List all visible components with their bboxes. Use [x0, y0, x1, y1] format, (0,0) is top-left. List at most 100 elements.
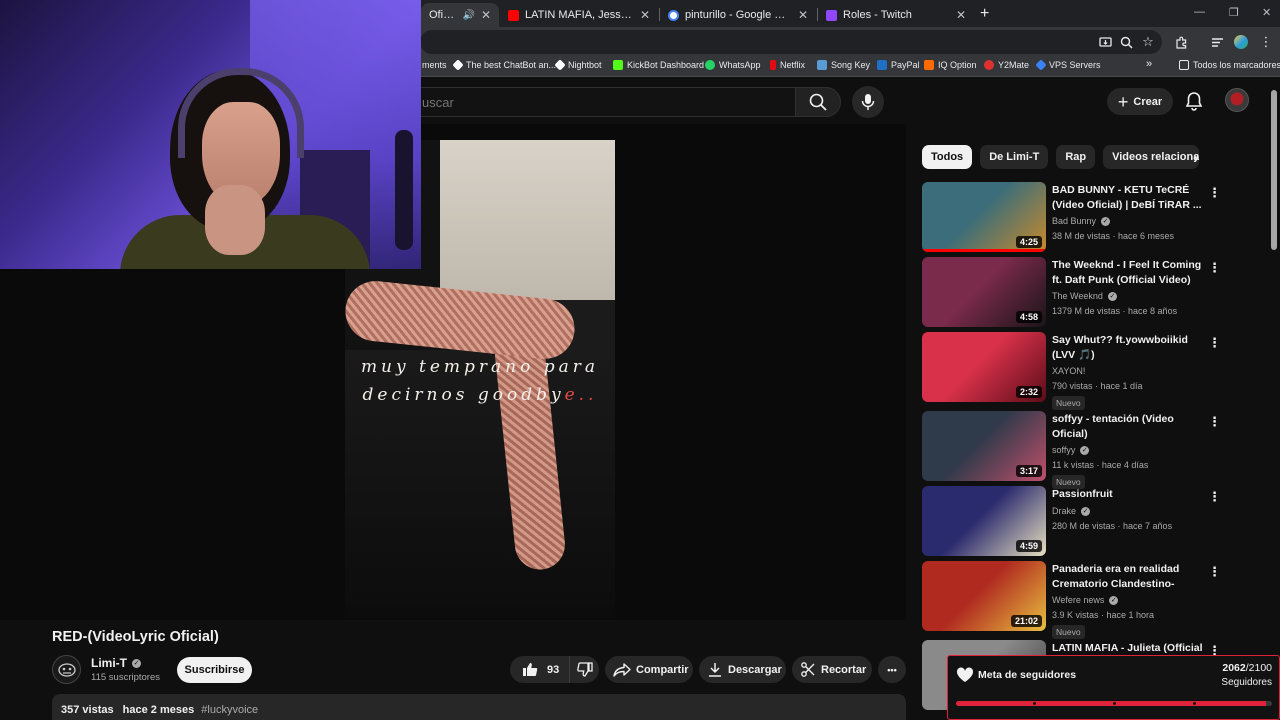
- more-options-icon[interactable]: ⋮: [1208, 564, 1221, 580]
- close-tab-icon[interactable]: ✕: [956, 8, 966, 22]
- install-app-icon[interactable]: [1097, 34, 1113, 50]
- more-options-icon[interactable]: ⋮: [1208, 335, 1221, 351]
- minimize-icon[interactable]: —: [1194, 6, 1205, 18]
- search-button[interactable]: [795, 87, 841, 117]
- recommendation-title[interactable]: BAD BUNNY - KETU TeCRÉ (Video Oficial) |…: [1052, 183, 1204, 213]
- tab-twitch[interactable]: Roles - Twitch ✕: [818, 3, 974, 27]
- filter-chips: Todos De Limi-T Rap Videos relacionados: [922, 145, 1200, 169]
- chip-rap[interactable]: Rap: [1056, 145, 1096, 169]
- video-thumbnail[interactable]: 4:58: [922, 257, 1046, 327]
- recommendation-item[interactable]: 2:32 Say Whut?? ft.yowwboiikid (LVV 🎵) XAY…: [922, 332, 1222, 410]
- voice-search-button[interactable]: [852, 86, 884, 118]
- bookmark-item[interactable]: KickBot Dashboard: [613, 60, 704, 70]
- dislike-button[interactable]: [570, 656, 599, 683]
- recommendation-item[interactable]: 21:02 Panaderia era en realidad Crematori…: [922, 561, 1222, 639]
- video-thumbnail[interactable]: 2:32: [922, 332, 1046, 402]
- notifications-bell-icon[interactable]: [1183, 90, 1205, 112]
- recommendation-channel[interactable]: Bad Bunny ✓: [1052, 216, 1111, 226]
- browser-menu-icon[interactable]: ⋮: [1258, 34, 1274, 50]
- bookmark-item[interactable]: The best ChatBot an...: [452, 59, 556, 71]
- all-bookmarks-folder[interactable]: Todos los marcadores: [1179, 60, 1280, 70]
- recommendation-title[interactable]: The Weeknd - I Feel It Coming ft. Daft P…: [1052, 258, 1204, 288]
- video-thumbnail[interactable]: 3:17: [922, 411, 1046, 481]
- profile-avatar-icon[interactable]: [1233, 34, 1249, 50]
- create-button[interactable]: + Crear: [1107, 88, 1173, 115]
- page-scrollbar[interactable]: [1271, 90, 1277, 250]
- more-options-icon[interactable]: ⋮: [1208, 260, 1221, 276]
- bookmark-item[interactable]: Song Key: [817, 60, 870, 70]
- description-box[interactable]: 357 vistas hace 2 meses #luckyvoice: [52, 694, 906, 720]
- bookmark-item[interactable]: ments: [422, 60, 447, 70]
- close-tab-icon[interactable]: ✕: [481, 8, 491, 22]
- hashtag-link[interactable]: #luckyvoice: [201, 704, 258, 716]
- recommendation-item[interactable]: 4:25 BAD BUNNY - KETU TeCRÉ (Video Oficia…: [922, 182, 1222, 252]
- bookmark-star-icon[interactable]: ☆: [1140, 34, 1156, 50]
- youtube-icon: [508, 9, 519, 21]
- channel-label: Wefere news: [1052, 595, 1105, 605]
- share-button[interactable]: Compartir: [605, 656, 693, 683]
- more-options-icon[interactable]: ⋮: [1208, 414, 1221, 430]
- recommendation-channel[interactable]: XAYON!: [1052, 366, 1085, 376]
- download-button[interactable]: Descargar: [699, 656, 786, 683]
- close-tab-icon[interactable]: ✕: [798, 8, 808, 22]
- tab-google-search[interactable]: pinturillo - Google Search ✕: [660, 3, 816, 27]
- bookmark-item[interactable]: Nightbot: [554, 59, 602, 71]
- bookmark-item[interactable]: Y2Mate: [984, 60, 1029, 70]
- recommendation-title[interactable]: Passionfruit: [1052, 487, 1204, 502]
- zoom-icon[interactable]: [1118, 34, 1134, 50]
- recommendation-title[interactable]: Panaderia era en realidad Crematorio Cla…: [1052, 562, 1204, 592]
- clip-button[interactable]: Recortar: [792, 656, 872, 683]
- recommendation-item[interactable]: 4:59 Passionfruit Drake ✓ 280 M de vistas · …: [922, 486, 1222, 556]
- bookmark-item[interactable]: Netflix: [770, 60, 805, 70]
- recommendation-title[interactable]: Say Whut?? ft.yowwboiikid (LVV 🎵): [1052, 333, 1204, 363]
- bookmark-item[interactable]: VPS Servers: [1035, 59, 1101, 71]
- recommendation-title[interactable]: LATIN MAFIA - Julieta (Official: [1052, 641, 1204, 656]
- video-thumbnail[interactable]: 4:59: [922, 486, 1046, 556]
- extensions-icon[interactable]: [1173, 34, 1189, 50]
- account-avatar[interactable]: [1225, 88, 1249, 112]
- close-window-icon[interactable]: ✕: [1262, 6, 1271, 19]
- kickbot-icon: [613, 60, 623, 70]
- bookmark-item[interactable]: PayPal: [877, 60, 920, 70]
- new-tab-button[interactable]: +: [980, 5, 989, 23]
- restore-icon[interactable]: ❐: [1229, 6, 1239, 19]
- address-bar[interactable]: [420, 30, 1162, 54]
- tab-youtube-active[interactable]: Oficial) - Yo 🔊 ✕: [421, 3, 499, 27]
- search-input[interactable]: [406, 88, 795, 116]
- recommendation-title[interactable]: soffyy - tentación (Video Oficial): [1052, 412, 1204, 442]
- chip-todos[interactable]: Todos: [922, 145, 973, 169]
- channel-label: Bad Bunny: [1052, 216, 1097, 226]
- chip-de-limi-t[interactable]: De Limi-T: [980, 145, 1049, 169]
- recommendation-item[interactable]: 3:17 soffyy - tentación (Video Oficial) so…: [922, 411, 1222, 489]
- like-button[interactable]: 93: [510, 656, 571, 683]
- recommendation-item[interactable]: 4:58 The Weeknd - I Feel It Coming ft. Da…: [922, 257, 1222, 327]
- duration-badge: 4:59: [1015, 540, 1042, 552]
- recommendation-channel[interactable]: soffyy ✓: [1052, 445, 1090, 455]
- bookmark-item[interactable]: WhatsApp: [705, 60, 761, 70]
- recommendation-channel[interactable]: Wefere news ✓: [1052, 595, 1119, 605]
- channel-avatar[interactable]: [52, 655, 81, 684]
- search-box[interactable]: [405, 87, 795, 117]
- reading-list-icon[interactable]: [1209, 34, 1225, 50]
- chevron-right-icon[interactable]: ›: [1193, 150, 1198, 168]
- recommendation-channel[interactable]: The Weeknd ✓: [1052, 291, 1117, 301]
- close-tab-icon[interactable]: ✕: [640, 8, 650, 22]
- recommendation-channel[interactable]: Drake ✓: [1052, 506, 1091, 516]
- video-thumbnail[interactable]: 21:02: [922, 561, 1046, 631]
- tab-latin-mafia[interactable]: LATIN MAFIA, Jesse Baez - Se fue ✕: [500, 3, 658, 27]
- video-thumbnail[interactable]: 4:25: [922, 182, 1046, 252]
- subscribe-button[interactable]: Suscribirse: [177, 657, 252, 683]
- chip-videos-relacionados[interactable]: Videos relacionados: [1103, 145, 1200, 169]
- speaker-icon[interactable]: 🔊: [462, 10, 474, 21]
- follower-goal-widget: Meta de seguidores 2062/2100 Seguidores: [947, 655, 1280, 720]
- duration-badge: 4:25: [1015, 236, 1042, 248]
- more-options-icon[interactable]: ⋮: [1208, 185, 1221, 201]
- goal-target: /2100: [1245, 662, 1272, 674]
- more-options-icon[interactable]: ⋮: [1208, 489, 1221, 505]
- more-actions-button[interactable]: •••: [878, 656, 906, 683]
- channel-name[interactable]: Limi-T ✓: [91, 656, 141, 670]
- bookmarks-overflow-button[interactable]: »: [1146, 58, 1152, 70]
- thumbs-up-icon: [523, 663, 538, 677]
- verified-icon: ✓: [1080, 445, 1090, 455]
- bookmark-item[interactable]: IQ Option: [924, 60, 977, 70]
